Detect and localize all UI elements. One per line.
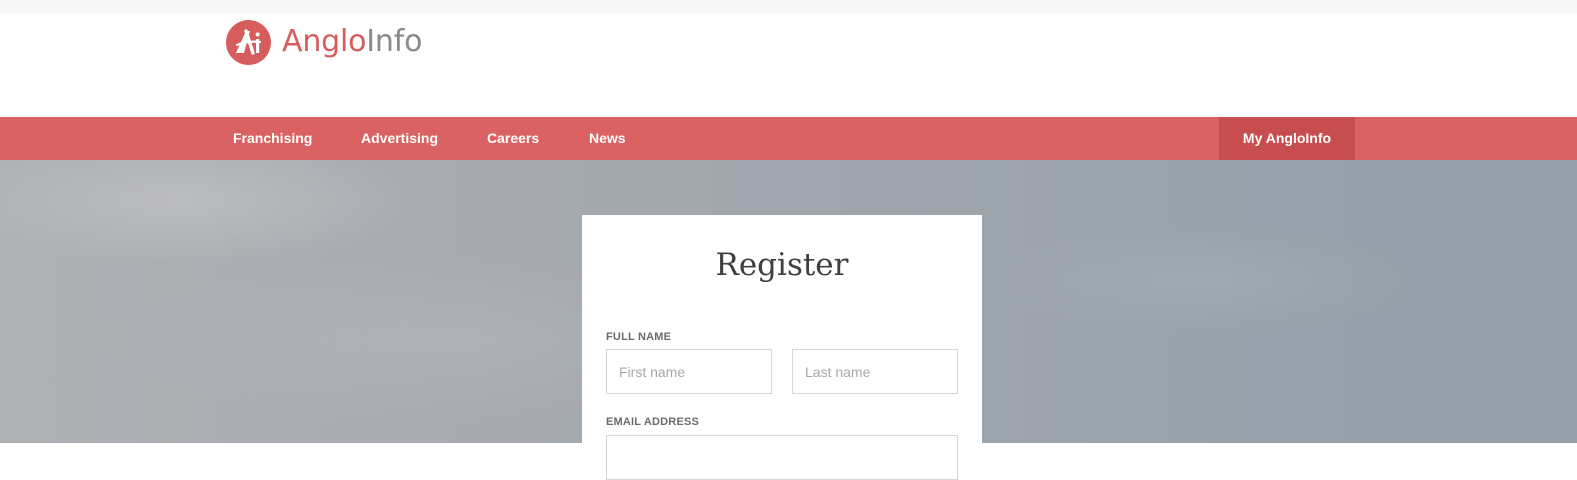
first-name-input[interactable]: [606, 349, 772, 394]
nav-item-news[interactable]: News: [589, 117, 626, 160]
last-name-input[interactable]: [792, 349, 958, 394]
nav-item-franchising[interactable]: Franchising: [233, 117, 312, 160]
site-header: AngloInfo: [0, 13, 1577, 117]
logo-text-anglo: Anglo: [282, 24, 367, 59]
full-name-label: FULL NAME: [606, 331, 672, 343]
angloinfo-logo-icon: [226, 19, 271, 65]
angloinfo-logo[interactable]: AngloInfo: [226, 19, 422, 65]
main-nav: Franchising Advertising Careers News My …: [0, 117, 1577, 160]
email-input[interactable]: [606, 435, 958, 480]
register-title: Register: [715, 247, 849, 283]
logo-wordmark: AngloInfo: [282, 27, 422, 57]
nav-item-careers[interactable]: Careers: [487, 117, 539, 160]
top-strip: [0, 0, 1577, 13]
nav-item-advertising[interactable]: Advertising: [361, 117, 438, 160]
my-angloinfo-button[interactable]: My AngloInfo: [1219, 117, 1355, 160]
email-address-label: EMAIL ADDRESS: [606, 416, 700, 428]
register-card: Register FULL NAME EMAIL ADDRESS: [582, 215, 982, 480]
logo-text-info: Info: [366, 24, 423, 59]
